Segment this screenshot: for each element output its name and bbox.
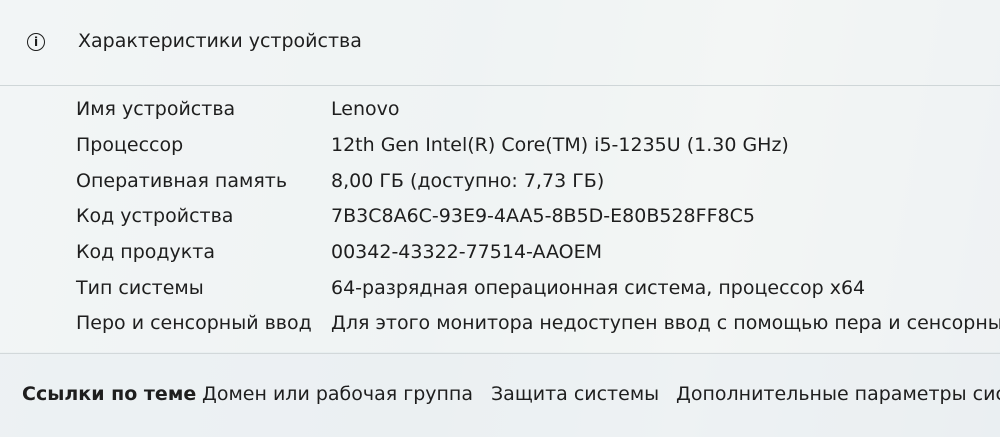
- info-icon: i: [27, 33, 45, 51]
- domain-workgroup-link[interactable]: Домен или рабочая группа: [202, 383, 473, 405]
- spec-label: Тип системы: [76, 277, 204, 299]
- spec-value: 8,00 ГБ (доступно: 7,73 ГБ): [331, 170, 605, 192]
- spec-row-processor: Процессор 12th Gen Intel(R) Core(TM) i5-…: [0, 134, 1000, 164]
- spec-value: Для этого монитора недоступен ввод с пом…: [331, 312, 1000, 334]
- spec-row-pen-touch: Перо и сенсорный ввод Для этого монитора…: [0, 312, 1000, 342]
- device-specs-card: i Характеристики устройства Имя устройст…: [0, 0, 1000, 352]
- advanced-settings-link[interactable]: Дополнительные параметры сист: [676, 383, 1000, 405]
- spec-row-device-id: Код устройства 7B3C8A6C-93E9-4AA5-8B5D-E…: [0, 205, 1000, 235]
- spec-label: Имя устройства: [76, 98, 236, 120]
- system-protection-link[interactable]: Защита системы: [491, 383, 659, 405]
- spec-value: 7B3C8A6C-93E9-4AA5-8B5D-E80B528FF8C5: [331, 205, 755, 227]
- spec-value: 12th Gen Intel(R) Core(TM) i5-1235U (1.3…: [331, 134, 789, 156]
- spec-value: 64-разрядная операционная система, проце…: [331, 277, 866, 299]
- spec-value: Lenovo: [331, 98, 400, 120]
- related-links-heading: Ссылки по теме: [22, 383, 197, 405]
- spec-label: Код продукта: [76, 241, 215, 263]
- spec-row-device-name: Имя устройства Lenovo: [0, 98, 1000, 128]
- spec-label: Оперативная память: [76, 170, 288, 192]
- device-specs-title: Характеристики устройства: [78, 30, 362, 52]
- device-specs-header[interactable]: i Характеристики устройства: [0, 0, 1000, 86]
- spec-row-ram: Оперативная память 8,00 ГБ (доступно: 7,…: [0, 170, 1000, 200]
- spec-label: Код устройства: [76, 205, 234, 227]
- spec-row-system-type: Тип системы 64-разрядная операционная си…: [0, 277, 1000, 307]
- spec-label: Процессор: [76, 134, 184, 156]
- spec-label: Перо и сенсорный ввод: [76, 312, 312, 334]
- related-links-bar: Ссылки по теме Домен или рабочая группа …: [0, 353, 1000, 437]
- spec-row-product-id: Код продукта 00342-43322-77514-AAOEM: [0, 241, 1000, 271]
- spec-value: 00342-43322-77514-AAOEM: [331, 241, 603, 263]
- settings-window: i Характеристики устройства Имя устройст…: [0, 0, 1000, 437]
